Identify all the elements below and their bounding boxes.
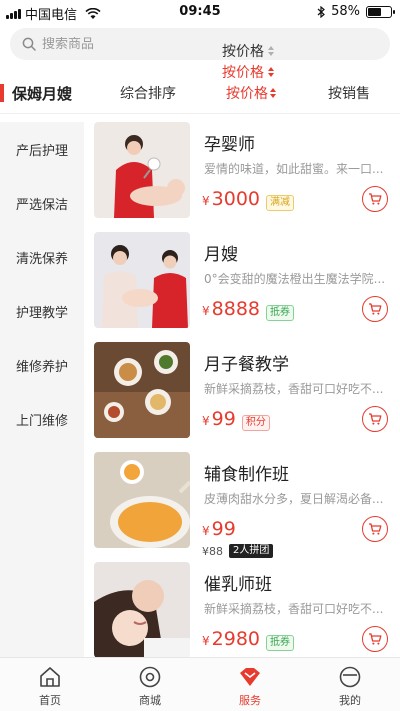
product-card[interactable]: 催乳师班 新鲜采摘荔枝，香甜可口好吃不... ¥ 2980 抵券 <box>94 562 394 657</box>
promo-tag: 抵券 <box>266 635 294 651</box>
product-title: 月子餐教学 <box>204 355 289 375</box>
product-card[interactable]: 辅食制作班 皮薄肉甜水分多，夏日解渴必备... ¥ 99 ¥88 2人拼团 <box>94 452 394 562</box>
tab-service[interactable]: 服务 <box>200 658 300 711</box>
sidebar-item-nursing-teaching[interactable]: 护理教学 <box>0 284 84 338</box>
sort-tab-comprehensive[interactable]: 综合排序 <box>120 72 176 114</box>
cart-icon <box>369 523 382 535</box>
currency-symbol: ¥ <box>202 304 210 318</box>
product-desc: 新鲜采摘荔枝，香甜可口好吃不... <box>204 602 384 616</box>
product-title: 月嫂 <box>204 245 238 265</box>
home-icon <box>40 667 60 687</box>
sidebar-item-home-repair[interactable]: 上门维修 <box>0 392 84 446</box>
add-to-cart-button[interactable] <box>362 626 388 652</box>
currency-symbol: ¥ <box>202 414 210 428</box>
search-bar[interactable] <box>10 28 390 60</box>
cart-icon <box>369 413 382 425</box>
product-image <box>94 122 190 218</box>
product-desc: 新鲜采摘荔枝，香甜可口好吃不... <box>204 382 384 396</box>
sort-arrows-icon <box>270 88 276 98</box>
price-value: 3000 <box>211 188 260 210</box>
price-option-label: 按价格 <box>222 64 264 81</box>
product-desc: 0°会变甜的魔法橙出生魔法学院... <box>204 272 384 286</box>
tab-home[interactable]: 首页 <box>0 658 100 711</box>
category-header: 保姆月嫂 综合排序 按价格 按销售 <box>0 72 400 114</box>
product-price: ¥ 99 <box>202 518 236 540</box>
product-image <box>94 232 190 328</box>
promo-tag: 积分 <box>241 415 270 431</box>
price-value: 99 <box>211 518 236 540</box>
sidebar-item-cleaning[interactable]: 严选保洁 <box>0 176 84 230</box>
currency-symbol: ¥ <box>202 634 210 648</box>
price-value: 8888 <box>211 298 260 320</box>
sort-tab-price-label: 按价格 <box>226 86 268 102</box>
cart-icon <box>369 303 382 315</box>
product-price: ¥ 3000 满减 <box>202 188 294 211</box>
category-sidebar: 产后护理 严选保洁 清洗保养 护理教学 维修养护 上门维修 <box>0 122 84 657</box>
add-to-cart-button[interactable] <box>362 296 388 322</box>
mall-icon <box>139 666 161 688</box>
bluetooth-icon <box>317 5 326 18</box>
price-value: 2980 <box>211 628 260 650</box>
sidebar-item-postpartum[interactable]: 产后护理 <box>0 122 84 176</box>
product-title: 催乳师班 <box>204 575 272 595</box>
profile-icon <box>339 666 361 688</box>
price-option[interactable]: 按价格 <box>222 61 312 82</box>
price-sort-menu: 按价格 按价格 <box>222 40 312 82</box>
product-card[interactable]: 孕婴师 爱情的味道，如此甜蜜。来一口... ¥ 3000 满减 <box>94 122 394 232</box>
add-to-cart-button[interactable] <box>362 516 388 542</box>
sort-arrows-icon <box>268 45 274 56</box>
price-option[interactable]: 按价格 <box>222 40 312 61</box>
add-to-cart-button[interactable] <box>362 186 388 212</box>
currency-symbol: ¥ <box>202 524 210 538</box>
service-icon <box>240 668 260 686</box>
product-price: ¥ 2980 抵券 <box>202 628 294 651</box>
product-price: ¥ 99 积分 <box>202 408 270 431</box>
original-price: ¥88 <box>202 544 223 558</box>
product-desc: 爱情的味道，如此甜蜜。来一口... <box>204 162 384 176</box>
tab-mall[interactable]: 商城 <box>100 658 200 711</box>
sort-tab-sales[interactable]: 按销售 <box>328 72 370 114</box>
tab-profile-label: 我的 <box>339 694 361 707</box>
product-price: ¥ 8888 抵券 <box>202 298 294 321</box>
promo-tag: 满减 <box>266 195 294 211</box>
status-bar: 中国电信 09:45 58% <box>0 0 400 24</box>
battery-percent: 58% <box>331 4 360 19</box>
tab-service-label: 服务 <box>239 694 261 707</box>
bottom-tab-bar: 首页 商城 服务 我的 <box>0 657 400 711</box>
currency-symbol: ¥ <box>202 194 210 208</box>
tab-profile[interactable]: 我的 <box>300 658 400 711</box>
cart-icon <box>369 193 382 205</box>
tab-mall-label: 商城 <box>139 694 161 707</box>
sidebar-item-maintenance[interactable]: 清洗保养 <box>0 230 84 284</box>
category-title: 保姆月嫂 <box>0 72 84 114</box>
sort-arrows-icon <box>268 66 274 77</box>
price-option-label: 按价格 <box>222 43 264 60</box>
product-image <box>94 452 190 548</box>
product-image <box>94 562 190 657</box>
promo-tag: 抵券 <box>266 305 294 321</box>
group-buy-info: ¥88 2人拼团 <box>202 544 274 558</box>
battery-icon <box>366 5 395 18</box>
search-icon <box>22 37 36 51</box>
product-title: 孕婴师 <box>204 135 255 155</box>
product-list: 孕婴师 爱情的味道，如此甜蜜。来一口... ¥ 3000 满减 月嫂 0°会变甜… <box>94 122 394 657</box>
product-card[interactable]: 月子餐教学 新鲜采摘荔枝，香甜可口好吃不... ¥ 99 积分 <box>94 342 394 452</box>
product-title: 辅食制作班 <box>204 465 289 485</box>
tab-home-label: 首页 <box>39 694 61 707</box>
price-value: 99 <box>211 408 236 430</box>
group-buy-tag: 2人拼团 <box>229 544 274 558</box>
product-card[interactable]: 月嫂 0°会变甜的魔法橙出生魔法学院... ¥ 8888 抵券 <box>94 232 394 342</box>
product-image <box>94 342 190 438</box>
add-to-cart-button[interactable] <box>362 406 388 432</box>
battery-fill <box>368 7 381 16</box>
cart-icon <box>369 633 382 645</box>
sidebar-item-repair-care[interactable]: 维修养护 <box>0 338 84 392</box>
product-desc: 皮薄肉甜水分多，夏日解渴必备... <box>204 492 384 506</box>
